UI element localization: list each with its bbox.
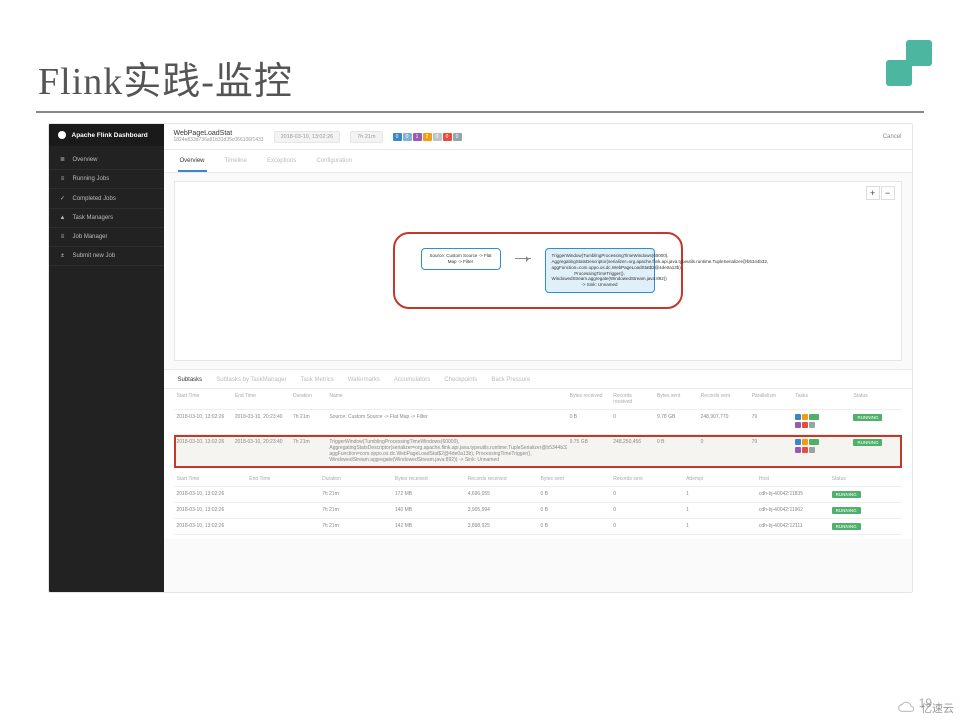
tab[interactable]: Timeline — [223, 154, 249, 172]
zoom-in-button[interactable]: + — [866, 186, 880, 200]
status-badges: 0012000 — [393, 133, 462, 141]
job-heading: WebPageLoadStat 1824e833d736a91b31d35c06… — [174, 130, 264, 143]
table-row[interactable]: 2018-03-10, 13:02:267h 21m172 MB4,696,05… — [174, 487, 902, 503]
flink-icon — [57, 130, 67, 140]
nav-icon: ≡ — [59, 234, 67, 240]
nav-icon: ± — [59, 253, 67, 259]
tab[interactable]: Configuration — [314, 154, 354, 172]
job-name: WebPageLoadStat — [174, 130, 264, 137]
subtab[interactable]: Task Metrics — [300, 374, 333, 386]
slide-title: Flink实践-监控 — [38, 50, 930, 105]
job-duration: 7h 21m — [350, 131, 382, 143]
subtab[interactable]: Subtasks — [178, 374, 203, 386]
subtasks-table-wrap: Start TimeEnd TimeDurationBytes received… — [164, 472, 912, 539]
subtab[interactable]: Subtasks by TaskManager — [216, 374, 286, 386]
nav-label: Submit new Job — [73, 253, 116, 259]
sidebar-item[interactable]: ▲ Task Managers — [49, 209, 164, 228]
dashboard-screenshot: Apache Flink Dashboard ≣ Overview ≡ Running… — [48, 123, 913, 593]
operator-source[interactable]: Source: Custom Source -> Flat Map -> Fil… — [421, 248, 501, 270]
table-row[interactable]: 2018-03-10, 13:02:267h 21m140 MB3,905,99… — [174, 503, 902, 519]
subtab[interactable]: Accumulators — [394, 374, 430, 386]
tasks-table: Start TimeEnd TimeDurationNameBytes rece… — [174, 389, 902, 468]
nav-icon: ▲ — [59, 215, 67, 221]
tab[interactable]: Exceptions — [265, 154, 298, 172]
sidebar-item[interactable]: ≡ Job Manager — [49, 228, 164, 247]
nav-icon: ≡ — [59, 176, 67, 182]
sidebar-item[interactable]: ≡ Running Jobs — [49, 170, 164, 189]
nav-label: Running Jobs — [73, 176, 110, 182]
brand: Apache Flink Dashboard — [49, 124, 164, 146]
status-badge: 1 — [413, 133, 422, 141]
operator-window-sink[interactable]: TriggerWindow(TumblingProcessingTimeWind… — [545, 248, 655, 293]
nav-label: Job Manager — [73, 234, 108, 240]
brand-label: Apache Flink Dashboard — [72, 132, 148, 139]
status-badge: 0 — [433, 133, 442, 141]
cloud-icon — [897, 701, 917, 715]
tasks-table-wrap: Start TimeEnd TimeDurationNameBytes rece… — [164, 389, 912, 472]
nav: ≣ Overview ≡ Running Jobs ✓ Completed Jobs ▲ Ta… — [49, 150, 164, 266]
sidebar-item[interactable]: ≣ Overview — [49, 150, 164, 170]
nav-label: Task Managers — [73, 215, 114, 221]
tabs: Overview Timeline Exceptions Configuration — [164, 150, 912, 173]
main: WebPageLoadStat 1824e833d736a91b31d35c06… — [164, 124, 912, 592]
nav-label: Completed Jobs — [73, 196, 116, 202]
status-badge: 0 — [443, 133, 452, 141]
tab[interactable]: Overview — [178, 154, 207, 172]
nav-icon: ✓ — [59, 195, 67, 202]
subtab[interactable]: Back Pressure — [491, 374, 530, 386]
job-id: 1824e833d736a91b31d35c066106f1433 — [174, 137, 264, 143]
topbar: WebPageLoadStat 1824e833d736a91b31d35c06… — [164, 124, 912, 150]
arrow-icon — [515, 258, 531, 259]
sidebar-item[interactable]: ± Submit new Job — [49, 247, 164, 266]
sidebar-item[interactable]: ✓ Completed Jobs — [49, 189, 164, 209]
job-start-time: 2018-03-10, 13:02:26 — [274, 131, 341, 143]
sidebar: Apache Flink Dashboard ≣ Overview ≡ Running… — [49, 124, 164, 592]
status-badge: 0 — [453, 133, 462, 141]
cancel-button[interactable]: Cancel — [883, 134, 902, 140]
table-row[interactable]: 2018-03-10, 13:02:267h 21m142 MB3,898,92… — [174, 519, 902, 535]
subtasks-table: Start TimeEnd TimeDurationBytes received… — [174, 472, 902, 535]
nav-label: Overview — [73, 157, 98, 163]
job-graph[interactable]: + − Source: Custom Source -> Flat Map ->… — [174, 181, 902, 361]
nav-icon: ≣ — [59, 156, 67, 163]
graph-tools: + − — [866, 186, 895, 200]
table-row[interactable]: 2018-03-10, 13:02:262018-03-10, 20:23:40… — [174, 410, 902, 435]
divider — [36, 111, 924, 113]
status-badge: 0 — [393, 133, 402, 141]
subtab[interactable]: Watermarks — [348, 374, 380, 386]
table-row[interactable]: 2018-03-10, 13:02:262018-03-10, 20:23:40… — [174, 435, 902, 468]
status-badge: 2 — [423, 133, 432, 141]
watermark: 亿速云 — [897, 700, 954, 716]
watermark-text: 亿速云 — [921, 700, 954, 716]
subtabs: Subtasks Subtasks by TaskManager Task Metr… — [164, 369, 912, 389]
dag-highlight: Source: Custom Source -> Flat Map -> Fil… — [393, 232, 683, 309]
deco-icon — [886, 40, 932, 86]
subtab[interactable]: Checkpoints — [444, 374, 477, 386]
status-badge: 0 — [403, 133, 412, 141]
zoom-out-button[interactable]: − — [881, 186, 895, 200]
